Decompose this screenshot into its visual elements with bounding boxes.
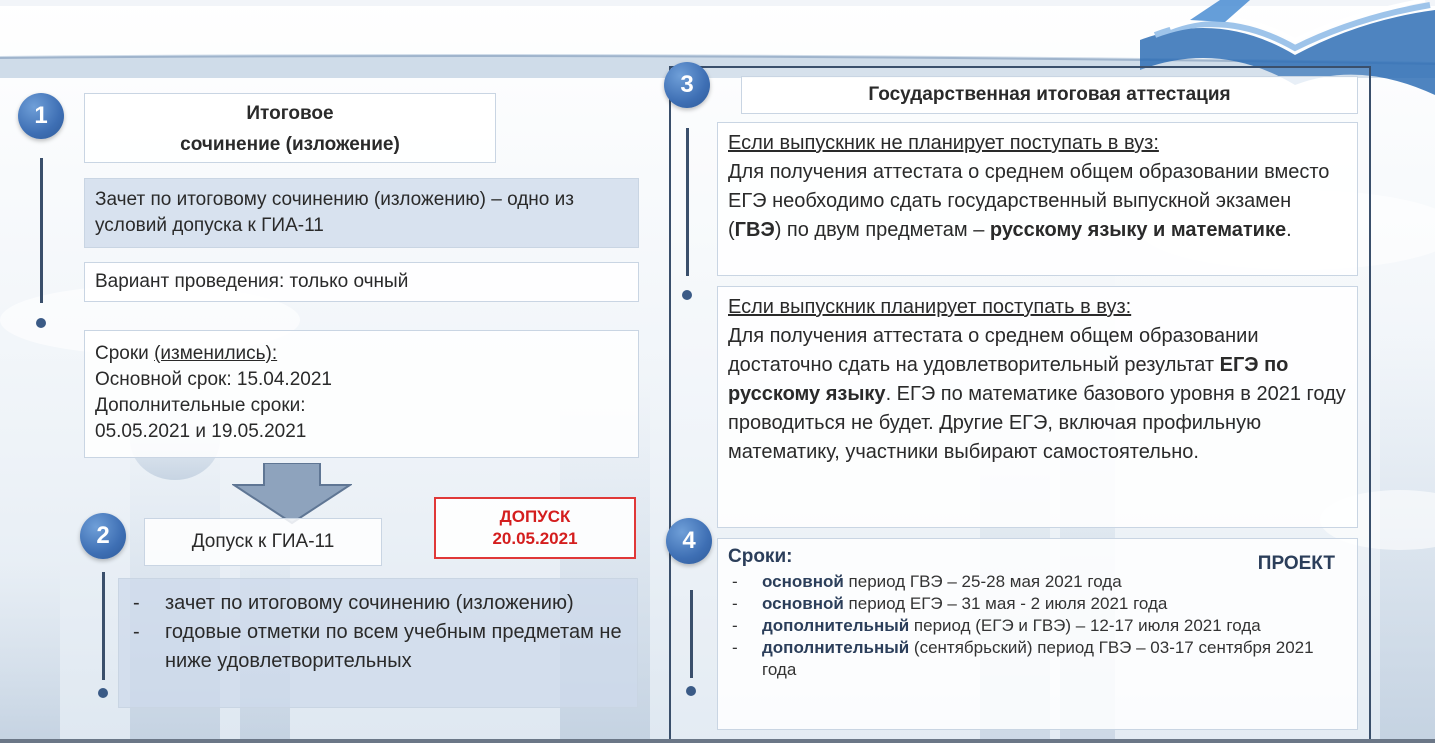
gia-university-head: Если выпускник планирует поступать в вуз… xyxy=(728,296,1132,318)
essay-dates-box: Сроки (изменились): Основной срок: 15.04… xyxy=(84,330,639,458)
essay-title-line2: сочинение (изложение) xyxy=(180,134,400,155)
admission-conditions-box: зачет по итоговому сочинению (изложению)… xyxy=(118,578,638,708)
step-badge-1: 1 xyxy=(18,93,64,139)
step-badge-2: 2 xyxy=(80,513,126,559)
essay-title-box: Итоговое сочинение (изложение) xyxy=(84,93,496,163)
gia-subjects: русскому языку и математике xyxy=(989,219,1287,241)
essay-dates-changed: (изменились): xyxy=(154,343,278,364)
admission-condition-item: зачет по итоговому сочинению (изложению) xyxy=(129,589,627,618)
down-arrow-icon xyxy=(232,463,352,525)
timeline-dot-2 xyxy=(98,688,108,698)
essay-dates-label: Сроки xyxy=(95,343,155,364)
gia-university-box: Если выпускник планирует поступать в вуз… xyxy=(717,286,1358,528)
timeline-dot-4 xyxy=(686,686,696,696)
essay-extra-dates: 05.05.2021 и 19.05.2021 xyxy=(95,421,307,442)
schedule-item: основной период ГВЭ – 25-28 мая 2021 год… xyxy=(728,571,1347,593)
gia-title-box: Государственная итоговая аттестация xyxy=(741,76,1358,114)
gia-no-university-text2: ) по двум предметам – xyxy=(774,219,990,241)
admission-deadline-badge: ДОПУСК 20.05.2021 xyxy=(434,497,636,559)
timeline-dot-3 xyxy=(682,290,692,300)
schedule-item: дополнительный (сентябрьский) период ГВЭ… xyxy=(728,637,1347,681)
schedule-item: дополнительный период (ЕГЭ и ГВЭ) – 12-1… xyxy=(728,615,1347,637)
gia-period: . xyxy=(1286,219,1292,241)
admission-condition-item: годовые отметки по всем учебным предмета… xyxy=(129,618,627,676)
admission-deadline-date: 20.05.2021 xyxy=(492,529,578,548)
essay-variant-text: Вариант проведения: только очный xyxy=(95,271,409,292)
admission-title-box: Допуск к ГИА-11 xyxy=(144,518,382,566)
gia-university-text: Для получения аттестата о среднем общем … xyxy=(728,325,1259,376)
admission-deadline-label: ДОПУСК xyxy=(499,507,571,526)
essay-zachet-text: Зачет по итоговому сочинению (изложению)… xyxy=(95,189,574,236)
step-badge-3: 3 xyxy=(664,62,710,108)
admission-title: Допуск к ГИА-11 xyxy=(191,531,335,552)
schedule-item: основной период ЕГЭ – 31 мая - 2 июля 20… xyxy=(728,593,1347,615)
essay-main-date: Основной срок: 15.04.2021 xyxy=(95,369,332,390)
schedule-head: Сроки: xyxy=(728,546,793,567)
gia-title: Государственная итоговая аттестация xyxy=(868,84,1231,105)
essay-variant-box: Вариант проведения: только очный xyxy=(84,262,639,302)
timeline-line-1 xyxy=(40,158,43,303)
bottom-bar xyxy=(0,739,1435,743)
timeline-dot-1 xyxy=(36,318,46,328)
schedule-box: Сроки: ПРОЕКТ основной период ГВЭ – 25-2… xyxy=(717,538,1358,730)
gia-no-university-head: Если выпускник не планирует поступать в … xyxy=(728,132,1159,154)
gia-gve-term: ГВЭ xyxy=(734,219,775,241)
timeline-line-3 xyxy=(686,128,689,276)
essay-title-line1: Итоговое xyxy=(246,103,334,124)
essay-extra-dates-label: Дополнительные сроки: xyxy=(95,395,306,416)
timeline-line-2 xyxy=(102,572,105,680)
gia-no-university-box: Если выпускник не планирует поступать в … xyxy=(717,122,1358,276)
step-badge-4: 4 xyxy=(666,518,712,564)
essay-zachet-box: Зачет по итоговому сочинению (изложению)… xyxy=(84,178,639,248)
timeline-line-4 xyxy=(690,590,693,678)
